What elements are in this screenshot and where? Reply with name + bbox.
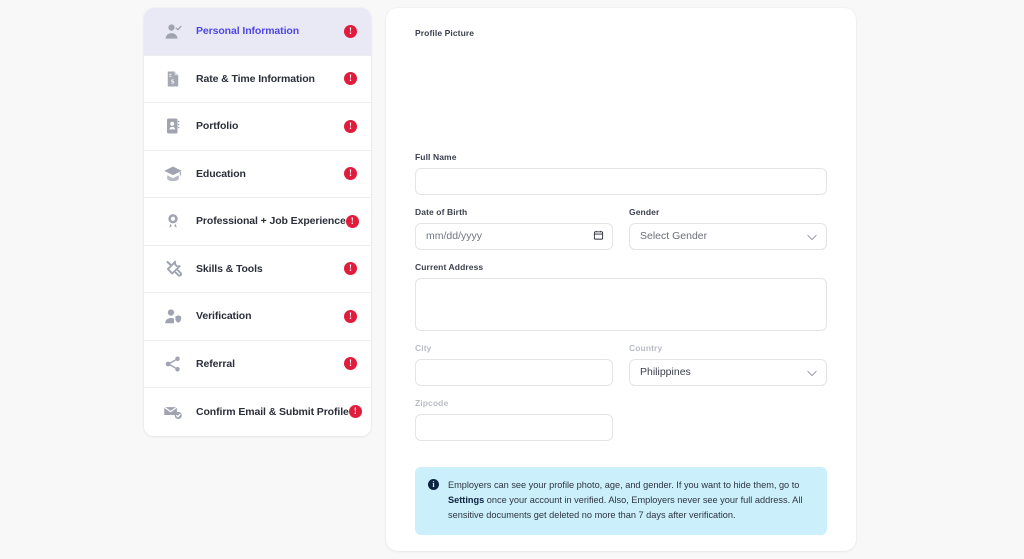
zipcode-input[interactable] — [415, 414, 613, 441]
address-book-icon — [160, 113, 186, 139]
sidebar-item-label: Skills & Tools — [196, 263, 344, 275]
profile-picture-upload[interactable] — [415, 44, 827, 140]
envelope-check-icon — [160, 399, 186, 425]
status-badge: ! — [344, 120, 357, 133]
personal-information-form: Profile Picture Full Name Date of Birth … — [386, 8, 856, 551]
full-name-field: Full Name — [415, 152, 827, 195]
sidebar-item-referral[interactable]: Referral ! — [144, 341, 371, 389]
city-input[interactable] — [415, 359, 613, 386]
current-address-label: Current Address — [415, 262, 827, 272]
invoice-dollar-icon: $ — [160, 66, 186, 92]
city-field: City — [415, 343, 613, 386]
gender-select[interactable]: Select Gender — [629, 223, 827, 250]
date-of-birth-field: Date of Birth mm/dd/yyyy — [415, 207, 613, 250]
sidebar-item-label: Portfolio — [196, 120, 344, 132]
sidebar-item-personal-information[interactable]: Personal Information ! — [144, 8, 371, 56]
gender-field: Gender Select Gender — [629, 207, 827, 250]
current-address-field: Current Address — [415, 262, 827, 331]
city-label: City — [415, 343, 613, 353]
sidebar-item-portfolio[interactable]: Portfolio ! — [144, 103, 371, 151]
user-check-icon — [160, 18, 186, 44]
info-text-after: once your account in verified. Also, Emp… — [448, 495, 802, 520]
page-root: Personal Information ! $ Rate & Time Inf… — [0, 0, 1024, 559]
info-circle-icon: i — [428, 479, 439, 490]
status-badge: ! — [344, 310, 357, 323]
country-select-control[interactable]: Philippines — [629, 359, 827, 386]
country-label: Country — [629, 343, 827, 353]
zipcode-field: Zipcode — [415, 398, 613, 441]
sidebar-item-label: Referral — [196, 358, 344, 370]
award-ribbon-icon — [160, 208, 186, 234]
full-name-input[interactable] — [415, 168, 827, 195]
sidebar-item-label: Personal Information — [196, 25, 344, 37]
status-badge: ! — [346, 215, 359, 228]
date-of-birth-control[interactable]: mm/dd/yyyy — [415, 223, 613, 250]
profile-picture-label: Profile Picture — [415, 28, 827, 38]
profile-picture-field: Profile Picture — [415, 28, 827, 140]
gender-label: Gender — [629, 207, 827, 217]
gender-select-control[interactable]: Select Gender — [629, 223, 827, 250]
sidebar-item-education[interactable]: Education ! — [144, 151, 371, 199]
status-badge: ! — [344, 357, 357, 370]
current-address-textarea[interactable] — [415, 278, 827, 331]
status-badge: ! — [344, 167, 357, 180]
graduation-cap-icon — [160, 161, 186, 187]
profile-sections-nav: Personal Information ! $ Rate & Time Inf… — [144, 8, 371, 436]
date-of-birth-placeholder: mm/dd/yyyy — [426, 224, 482, 249]
privacy-info-text: Employers can see your profile photo, ag… — [448, 478, 813, 523]
sidebar-item-rate-time-information[interactable]: $ Rate & Time Information ! — [144, 56, 371, 104]
user-shield-icon — [160, 303, 186, 329]
sidebar-item-label: Confirm Email & Submit Profile — [196, 406, 349, 418]
privacy-info-banner: i Employers can see your profile photo, … — [415, 467, 827, 535]
country-field: Country Philippines — [629, 343, 827, 386]
info-text-before: Employers can see your profile photo, ag… — [448, 480, 799, 490]
date-of-birth-label: Date of Birth — [415, 207, 613, 217]
share-nodes-icon — [160, 351, 186, 377]
info-text-emphasis: Settings — [448, 495, 484, 505]
sidebar-item-verification[interactable]: Verification ! — [144, 293, 371, 341]
sidebar-item-confirm-email-submit-profile[interactable]: Confirm Email & Submit Profile ! — [144, 388, 371, 436]
status-badge: ! — [349, 405, 362, 418]
sidebar-item-label: Rate & Time Information — [196, 73, 344, 85]
full-name-label: Full Name — [415, 152, 827, 162]
zipcode-spacer — [629, 398, 827, 453]
tools-icon — [160, 256, 186, 282]
zipcode-label: Zipcode — [415, 398, 613, 408]
date-of-birth-input[interactable]: mm/dd/yyyy — [415, 223, 613, 250]
sidebar-item-skills-tools[interactable]: Skills & Tools ! — [144, 246, 371, 294]
sidebar-item-label: Education — [196, 168, 344, 180]
sidebar-item-professional-job-experience[interactable]: Professional + Job Experience ! — [144, 198, 371, 246]
status-badge: ! — [344, 72, 357, 85]
status-badge: ! — [344, 262, 357, 275]
sidebar-item-label: Verification — [196, 310, 344, 322]
country-select[interactable]: Philippines — [629, 359, 827, 386]
status-badge: ! — [344, 25, 357, 38]
sidebar-item-label: Professional + Job Experience — [196, 215, 346, 227]
